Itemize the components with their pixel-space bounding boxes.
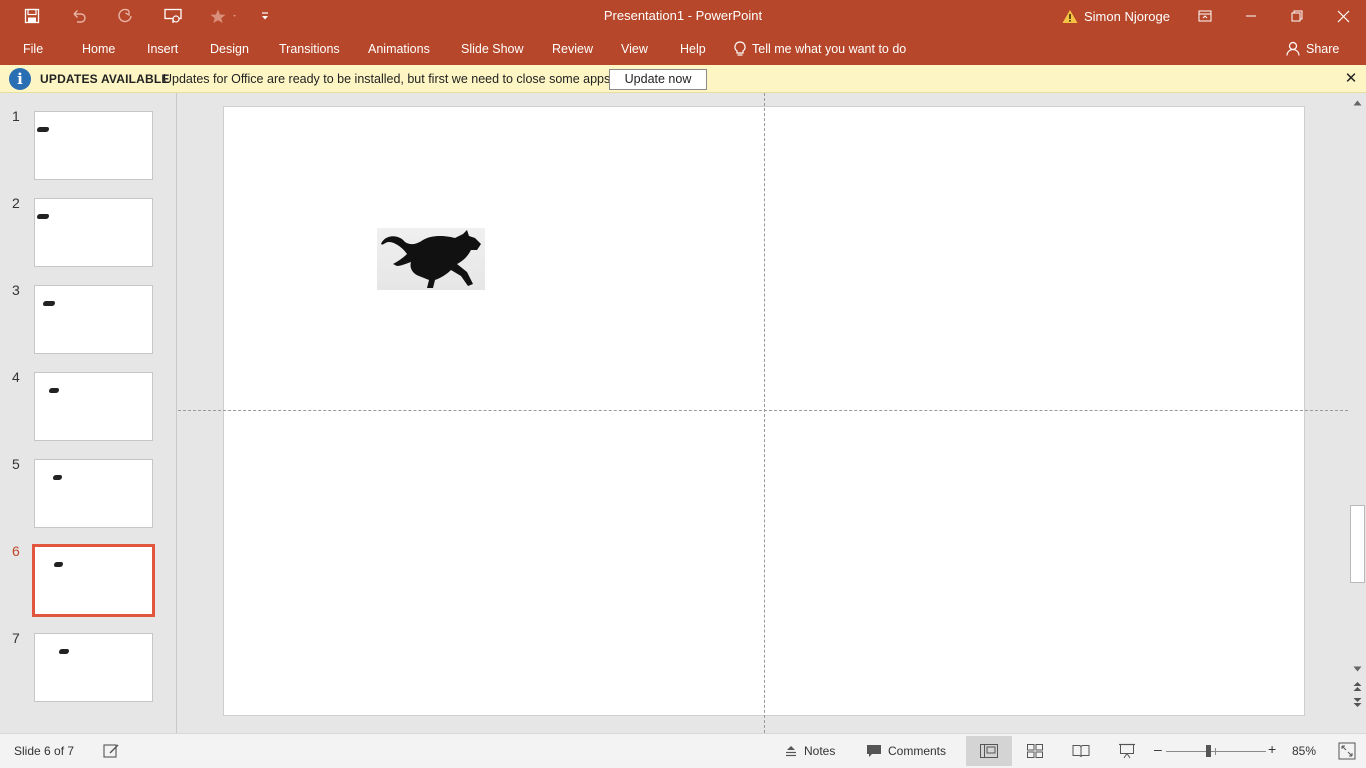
slide-editing-area (178, 93, 1348, 733)
ribbon-display-options-icon[interactable] (1182, 0, 1228, 32)
warning-icon (1062, 9, 1078, 23)
notes-label: Notes (804, 744, 836, 758)
slide-thumbnail-panel: 1 2 3 4 5 6 7 (0, 93, 177, 733)
tab-animations[interactable]: Animations (368, 32, 430, 65)
lightbulb-icon (734, 40, 746, 56)
slide-thumbnail-3[interactable] (34, 285, 153, 354)
message-text: Updates for Office are ready to be insta… (163, 72, 614, 86)
scroll-up-icon[interactable] (1351, 96, 1364, 109)
tab-view[interactable]: View (621, 32, 648, 65)
tab-help[interactable]: Help (680, 32, 706, 65)
share-button[interactable]: Share (1286, 32, 1339, 65)
customize-toolbar-icon[interactable] (252, 5, 278, 27)
slide-number: 5 (12, 456, 20, 472)
user-name: Simon Njoroge (1084, 8, 1170, 24)
slide-number: 2 (12, 195, 20, 211)
reading-view-icon (1072, 745, 1090, 758)
close-message-icon[interactable]: ✕ (1343, 70, 1359, 88)
undo-icon[interactable] (66, 5, 92, 27)
tell-me-label: Tell me what you want to do (752, 41, 907, 56)
horizontal-guide[interactable] (178, 410, 1348, 411)
person-icon (1286, 41, 1300, 56)
previous-slide-icon[interactable] (1351, 680, 1364, 693)
zoom-slider-track[interactable] (1166, 751, 1266, 752)
slide-sorter-view-button[interactable] (1012, 736, 1058, 766)
slide-thumbnail-5[interactable] (34, 459, 153, 528)
comments-button[interactable]: Comments (866, 734, 946, 768)
update-now-button[interactable]: Update now (609, 69, 707, 90)
slide-thumbnail-6-selected[interactable] (32, 544, 155, 617)
tell-me-search[interactable]: Tell me what you want to do (734, 32, 906, 65)
cat-thumbnail-image (54, 562, 63, 567)
tab-review[interactable]: Review (552, 32, 593, 65)
slide-position-text: Slide 6 of 7 (14, 744, 75, 758)
save-icon[interactable] (19, 5, 45, 27)
cat-thumbnail-image (53, 475, 62, 480)
scrollbar-thumb[interactable] (1350, 505, 1365, 583)
slide-number: 1 (12, 108, 20, 124)
slide-number-active: 6 (12, 543, 20, 559)
notes-icon (786, 746, 796, 757)
slide-number: 3 (12, 282, 20, 298)
slide-sorter-icon (1027, 744, 1043, 758)
cat-thumbnail-image (49, 388, 59, 393)
comments-label: Comments (888, 744, 947, 758)
scroll-down-icon[interactable] (1351, 662, 1364, 675)
slide-thumbnail-2[interactable] (34, 198, 153, 267)
vertical-scrollbar[interactable] (1349, 93, 1366, 733)
minimize-icon[interactable] (1228, 0, 1274, 32)
message-title: UPDATES AVAILABLE (40, 72, 170, 86)
running-cat-image[interactable] (377, 228, 485, 290)
tab-slide-show[interactable]: Slide Show (461, 32, 524, 65)
cat-thumbnail-image (43, 301, 55, 306)
fit-slide-to-window-icon[interactable] (1338, 742, 1356, 760)
normal-view-icon (980, 744, 998, 758)
slide-thumbnail-4[interactable] (34, 372, 153, 441)
tab-design[interactable]: Design (210, 32, 249, 65)
zoom-out-icon[interactable]: – (1154, 742, 1162, 756)
slide-show-icon (1119, 743, 1135, 759)
ribbon-tabs: File Home Insert Design Transitions Anim… (0, 32, 1366, 65)
zoom-slider-thumb[interactable] (1206, 745, 1211, 757)
redo-icon[interactable] (112, 5, 138, 27)
tab-file[interactable]: File (23, 32, 43, 65)
zoom-in-icon[interactable]: + (1268, 742, 1276, 756)
comment-icon (867, 745, 881, 757)
zoom-level[interactable]: 85% (1292, 734, 1316, 768)
reading-view-button[interactable] (1058, 736, 1104, 766)
vertical-guide[interactable] (764, 93, 765, 733)
slide-thumbnail-7[interactable] (34, 633, 153, 702)
close-icon[interactable] (1320, 0, 1366, 32)
account-area[interactable]: Simon Njoroge (1062, 0, 1170, 32)
restore-icon[interactable] (1274, 0, 1320, 32)
slide-thumbnail-1[interactable] (34, 111, 153, 180)
cat-thumbnail-image (59, 649, 69, 654)
notes-button[interactable]: Notes (784, 734, 835, 768)
slide-number: 7 (12, 630, 20, 646)
title-bar: Presentation1 - PowerPoint Simon Njoroge (0, 0, 1366, 32)
slide-number: 4 (12, 369, 20, 385)
tab-home[interactable]: Home (82, 32, 115, 65)
zoom-slider-midpoint (1215, 748, 1216, 755)
status-bar: Slide 6 of 7 Notes Comments – + 85% (0, 733, 1366, 768)
next-slide-icon[interactable] (1351, 696, 1364, 709)
tab-insert[interactable]: Insert (147, 32, 178, 65)
cat-thumbnail-image (37, 127, 49, 132)
slide-show-view-button[interactable] (1104, 736, 1150, 766)
cat-thumbnail-image (37, 214, 49, 219)
present-from-beginning-icon[interactable] (160, 5, 186, 27)
share-label: Share (1306, 41, 1340, 56)
accessibility-check-icon[interactable] (103, 743, 120, 761)
updates-message-bar: i UPDATES AVAILABLE Updates for Office a… (0, 65, 1366, 93)
normal-view-button[interactable] (966, 736, 1012, 766)
info-icon: i (9, 68, 31, 90)
tab-transitions[interactable]: Transitions (279, 32, 340, 65)
favorite-star-icon[interactable] (206, 5, 242, 27)
